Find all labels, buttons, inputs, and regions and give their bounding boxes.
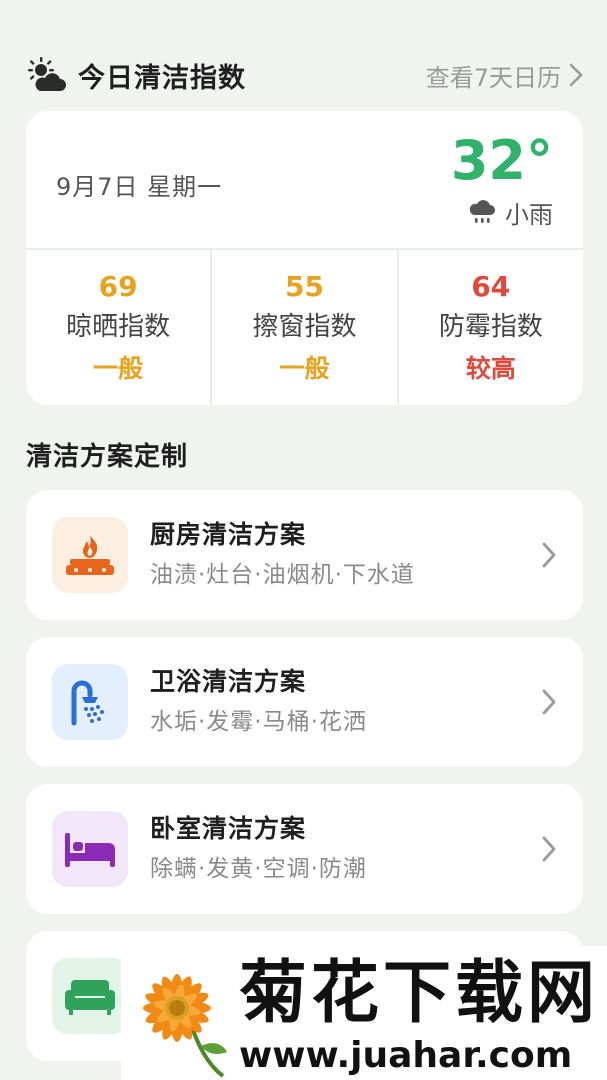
- index-row: 69 晾晒指数 一般 55 擦窗指数 一般 64 防霉指数 较高: [26, 250, 583, 405]
- weather-condition: 小雨: [467, 195, 553, 230]
- chevron-right-icon: [542, 689, 556, 715]
- plan-tags: 除螨·发黄·空调·防潮: [150, 856, 367, 882]
- flower-logo-icon: [143, 974, 227, 1078]
- watermark-title: 菊花下载网: [239, 954, 600, 1033]
- plan-card-kitchen[interactable]: 厨房清洁方案 油渍·灶台·油烟机·下水道: [26, 490, 583, 620]
- index-label: 晾晒指数: [66, 311, 171, 342]
- plan-tags: 水垢·发霉·马桶·花洒: [150, 709, 367, 735]
- plan-text: 厨房清洁方案 油渍·灶台·油烟机·下水道: [150, 518, 541, 592]
- section-title: 清洁方案定制: [26, 442, 189, 472]
- rain-cloud-icon: [469, 199, 495, 223]
- plan-card-bedroom[interactable]: 卧室清洁方案 除螨·发黄·空调·防潮: [26, 784, 583, 914]
- weather-summary: 9月7日 星期一 32° 小雨: [26, 111, 583, 250]
- index-value: 55: [285, 269, 324, 303]
- header-left: 今日清洁指数: [26, 55, 246, 95]
- plan-title: 卧室清洁方案: [150, 814, 307, 843]
- index-level: 一般: [93, 353, 144, 383]
- shower-icon: [52, 664, 128, 740]
- plan-text: 卧室清洁方案 除螨·发黄·空调·防潮: [150, 812, 541, 886]
- index-value: 69: [98, 269, 138, 303]
- index-value: 64: [471, 269, 511, 303]
- watermark-url: www.juahar.com: [239, 1035, 573, 1076]
- view-7day-calendar-link[interactable]: 查看7天日历: [426, 58, 583, 93]
- sun-cloud-icon: [28, 57, 66, 91]
- bed-icon: [52, 811, 128, 887]
- index-level: 一般: [279, 353, 330, 383]
- plan-tags: 油渍·灶台·油烟机·下水道: [150, 562, 415, 588]
- stove-fire-icon: [52, 517, 128, 593]
- plan-title: 厨房清洁方案: [150, 520, 307, 549]
- plan-card-bathroom[interactable]: 卫浴清洁方案 水垢·发霉·马桶·花洒: [26, 637, 583, 767]
- chevron-right-icon: [542, 836, 556, 862]
- index-drying[interactable]: 69 晾晒指数 一般: [26, 250, 213, 405]
- date-text: 9月7日 星期一: [56, 173, 223, 201]
- chevron-right-icon: [542, 542, 556, 568]
- plan-title: 卫浴清洁方案: [150, 667, 307, 696]
- index-label: 防霉指数: [438, 311, 543, 342]
- plan-text: 卫浴清洁方案 水垢·发霉·马桶·花洒: [150, 665, 541, 739]
- condition-label: 小雨: [505, 201, 553, 229]
- chevron-right-icon: [569, 63, 583, 87]
- header: 今日清洁指数 查看7天日历: [26, 52, 583, 98]
- index-mold-prevention[interactable]: 64 防霉指数 较高: [399, 250, 583, 405]
- index-level: 较高: [465, 353, 516, 383]
- history-link-label: 查看7天日历: [425, 63, 561, 92]
- index-window-cleaning[interactable]: 55 擦窗指数 一般: [212, 250, 399, 405]
- index-label: 擦窗指数: [252, 311, 357, 342]
- page-title: 今日清洁指数: [78, 62, 246, 94]
- weather-card: 9月7日 星期一 32° 小雨 69 晾晒指数 一般 55 擦窗指数 一般 64…: [26, 111, 583, 405]
- temperature: 32°: [450, 129, 553, 192]
- sofa-icon: [52, 958, 128, 1034]
- watermark-overlay: 菊花下载网 www.juahar.com: [121, 946, 607, 1080]
